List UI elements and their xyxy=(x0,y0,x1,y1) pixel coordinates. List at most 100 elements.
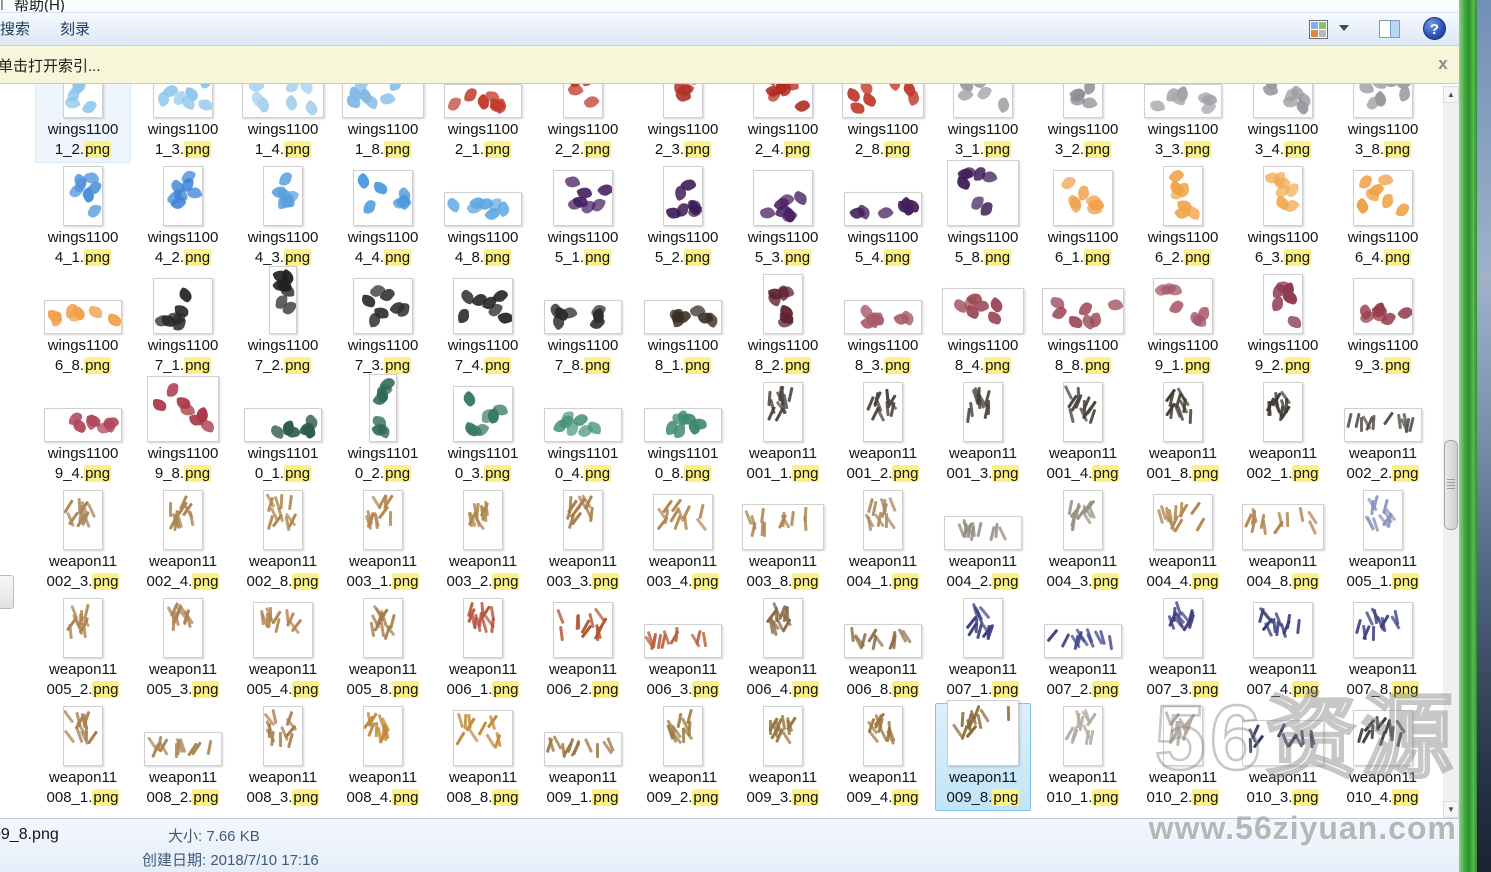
file-item[interactable]: wings11001_3.png xyxy=(135,84,231,163)
file-item[interactable]: weapon11007_3.png xyxy=(1135,595,1231,703)
file-item[interactable]: weapon11006_2.png xyxy=(535,595,631,703)
menu-item-help[interactable]: 帮助(H) xyxy=(14,0,65,13)
file-item[interactable]: weapon11004_3.png xyxy=(1035,487,1131,595)
file-item[interactable]: weapon11008_8.png xyxy=(435,703,531,811)
file-item[interactable]: weapon11009_8.png xyxy=(935,703,1031,811)
file-item[interactable]: wings11005_2.png xyxy=(635,163,731,271)
file-item[interactable]: wings11010_3.png xyxy=(435,379,531,487)
file-item[interactable]: wings11008_4.png xyxy=(935,271,1031,379)
file-item[interactable]: wings11004_3.png xyxy=(235,163,331,271)
file-item[interactable]: weapon11003_1.png xyxy=(335,487,431,595)
file-item[interactable]: wings11006_3.png xyxy=(1235,163,1331,271)
file-item[interactable]: wings11010_8.png xyxy=(635,379,731,487)
file-item[interactable]: wings11005_8.png xyxy=(935,163,1031,271)
file-list-area[interactable]: wings11001_2.pngwings11001_3.pngwings110… xyxy=(0,84,1443,818)
file-item[interactable]: wings11004_1.png xyxy=(35,163,131,271)
scrollbar-thumb[interactable] xyxy=(1444,440,1458,530)
file-item[interactable]: wings11004_2.png xyxy=(135,163,231,271)
file-item[interactable]: weapon11005_1.png xyxy=(1335,487,1431,595)
file-item[interactable]: weapon11002_3.png xyxy=(35,487,131,595)
file-item[interactable]: weapon11005_4.png xyxy=(235,595,331,703)
file-item[interactable]: wings11004_8.png xyxy=(435,163,531,271)
chevron-down-icon[interactable] xyxy=(1339,25,1349,31)
close-icon[interactable]: x xyxy=(1432,53,1454,75)
search-button[interactable]: 搜索 xyxy=(0,18,38,41)
file-item[interactable]: weapon11007_8.png xyxy=(1335,595,1431,703)
file-item[interactable]: weapon11001_1.png xyxy=(735,379,831,487)
file-item[interactable]: wings11005_1.png xyxy=(535,163,631,271)
file-item[interactable]: wings11008_8.png xyxy=(1035,271,1131,379)
file-item[interactable]: weapon11007_4.png xyxy=(1235,595,1331,703)
file-item[interactable]: wings11008_2.png xyxy=(735,271,831,379)
file-item[interactable]: weapon11008_2.png xyxy=(135,703,231,811)
file-item[interactable]: wings11005_3.png xyxy=(735,163,831,271)
pane-edge-handle[interactable] xyxy=(0,575,14,609)
file-item[interactable]: wings11001_8.png xyxy=(335,84,431,163)
file-item[interactable]: weapon11002_1.png xyxy=(1235,379,1331,487)
file-item[interactable]: wings11002_8.png xyxy=(835,84,931,163)
file-item[interactable]: wings11007_8.png xyxy=(535,271,631,379)
file-item[interactable]: weapon11005_8.png xyxy=(335,595,431,703)
file-item[interactable]: weapon11001_8.png xyxy=(1135,379,1231,487)
file-item[interactable]: wings11002_1.png xyxy=(435,84,531,163)
change-view-button[interactable] xyxy=(1303,17,1361,42)
file-item[interactable]: wings11008_1.png xyxy=(635,271,731,379)
file-item[interactable]: wings11008_3.png xyxy=(835,271,931,379)
file-item[interactable]: weapon11002_2.png xyxy=(1335,379,1431,487)
file-item[interactable]: weapon11004_4.png xyxy=(1135,487,1231,595)
help-button[interactable]: ? xyxy=(1422,16,1448,42)
file-item[interactable]: wings11003_2.png xyxy=(1035,84,1131,163)
file-item[interactable]: wings11003_4.png xyxy=(1235,84,1331,163)
file-item[interactable]: wings11010_2.png xyxy=(335,379,431,487)
index-info-bar[interactable]: 单击打开索引... x xyxy=(0,46,1459,84)
file-item[interactable]: weapon11001_3.png xyxy=(935,379,1031,487)
file-item[interactable]: weapon11009_1.png xyxy=(535,703,631,811)
file-item[interactable]: weapon11008_1.png xyxy=(35,703,131,811)
file-item[interactable]: weapon11010_4.png xyxy=(1335,703,1431,811)
file-item[interactable]: weapon11001_2.png xyxy=(835,379,931,487)
file-item[interactable]: weapon11010_1.png xyxy=(1035,703,1131,811)
file-item[interactable]: wings11003_8.png xyxy=(1335,84,1431,163)
file-item[interactable]: wings11009_1.png xyxy=(1135,271,1231,379)
file-item[interactable]: wings11006_4.png xyxy=(1335,163,1431,271)
file-item[interactable]: weapon11009_2.png xyxy=(635,703,731,811)
file-item[interactable]: wings11002_3.png xyxy=(635,84,731,163)
file-item[interactable]: wings11003_1.png xyxy=(935,84,1031,163)
file-item[interactable]: wings11007_3.png xyxy=(335,271,431,379)
file-item[interactable]: wings11004_4.png xyxy=(335,163,431,271)
file-item[interactable]: wings11001_2.png xyxy=(35,84,131,163)
file-item[interactable]: wings11010_1.png xyxy=(235,379,331,487)
scroll-up-arrow-icon[interactable]: ▲ xyxy=(1443,86,1459,103)
file-item[interactable]: wings11002_2.png xyxy=(535,84,631,163)
file-item[interactable]: wings11009_4.png xyxy=(35,379,131,487)
file-item[interactable]: wings11009_8.png xyxy=(135,379,231,487)
file-item[interactable]: weapon11007_2.png xyxy=(1035,595,1131,703)
file-item[interactable]: wings11005_4.png xyxy=(835,163,931,271)
file-item[interactable]: wings11001_4.png xyxy=(235,84,331,163)
file-item[interactable]: weapon11006_4.png xyxy=(735,595,831,703)
file-item[interactable]: wings11010_4.png xyxy=(535,379,631,487)
file-item[interactable]: weapon11009_3.png xyxy=(735,703,831,811)
file-item[interactable]: weapon11003_2.png xyxy=(435,487,531,595)
file-item[interactable]: weapon11010_3.png xyxy=(1235,703,1331,811)
file-item[interactable]: weapon11004_2.png xyxy=(935,487,1031,595)
file-item[interactable]: wings11002_4.png xyxy=(735,84,831,163)
file-item[interactable]: weapon11009_4.png xyxy=(835,703,931,811)
file-item[interactable]: weapon11007_1.png xyxy=(935,595,1031,703)
file-item[interactable]: weapon11005_2.png xyxy=(35,595,131,703)
file-item[interactable]: weapon11008_3.png xyxy=(235,703,331,811)
file-item[interactable]: wings11007_4.png xyxy=(435,271,531,379)
file-item[interactable]: weapon11001_4.png xyxy=(1035,379,1131,487)
file-item[interactable]: weapon11004_1.png xyxy=(835,487,931,595)
file-item[interactable]: weapon11003_4.png xyxy=(635,487,731,595)
file-item[interactable]: wings11003_3.png xyxy=(1135,84,1231,163)
file-item[interactable]: weapon11004_8.png xyxy=(1235,487,1331,595)
burn-button[interactable]: 刻录 xyxy=(52,18,98,41)
file-item[interactable]: wings11009_3.png xyxy=(1335,271,1431,379)
file-item[interactable]: wings11006_2.png xyxy=(1135,163,1231,271)
file-item[interactable]: wings11006_8.png xyxy=(35,271,131,379)
file-item[interactable]: wings11007_1.png xyxy=(135,271,231,379)
file-item[interactable]: weapon11002_4.png xyxy=(135,487,231,595)
file-item[interactable]: weapon11005_3.png xyxy=(135,595,231,703)
file-item[interactable]: weapon11008_4.png xyxy=(335,703,431,811)
